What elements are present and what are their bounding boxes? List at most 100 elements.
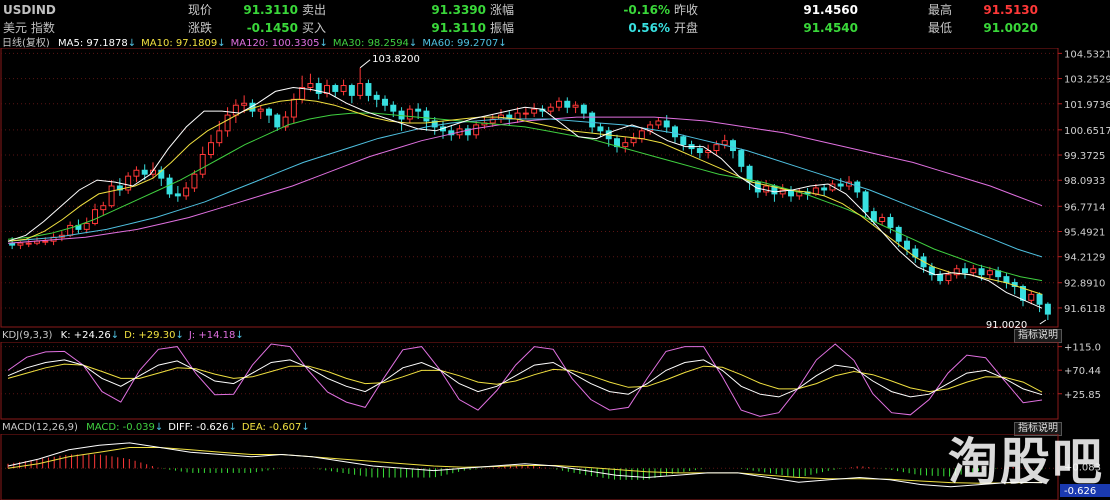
- candle-body: [241, 102, 248, 106]
- candle-body: [1003, 276, 1010, 284]
- candle-body: [199, 153, 206, 175]
- candle-body: [970, 268, 977, 274]
- chart-background: [0, 48, 1110, 328]
- high-marker-label: 103.8200: [372, 54, 420, 65]
- macd-frame: [0, 434, 1059, 500]
- quote-value: -0.1450: [246, 21, 298, 35]
- candle-body: [547, 106, 554, 112]
- candle-body: [556, 100, 562, 108]
- candle-body: [174, 193, 181, 197]
- quote-label: 涨幅: [490, 3, 515, 17]
- candle-body: [862, 191, 869, 213]
- candle-body: [945, 274, 952, 282]
- down-arrow-icon: ↓: [228, 422, 237, 433]
- candle-body: [763, 185, 770, 193]
- candle-body: [332, 85, 339, 92]
- candle-body: [141, 169, 148, 175]
- macd-dea-line: [7, 447, 1043, 484]
- kdj-label-bar: KDJ(9,3,3) K: +24.26↓ D: +29.30↓ J: +14.18…: [2, 330, 244, 342]
- candle-body: [580, 104, 587, 114]
- candle-body: [17, 242, 24, 246]
- candle-body: [672, 126, 678, 138]
- candle-body: [1028, 293, 1035, 301]
- kdj-chart[interactable]: +115.0 +70.44 +25.85: [0, 342, 1110, 420]
- candle-body: [274, 114, 281, 128]
- kdj-k-value: K: +24.26: [60, 330, 111, 341]
- down-arrow-icon: ↓: [235, 330, 244, 341]
- candle-body: [514, 112, 521, 120]
- candle-body: [564, 100, 571, 108]
- down-arrow-icon: ↓: [175, 330, 184, 341]
- quote-value: 91.3390: [431, 3, 486, 17]
- macd-label-bar: MACD(12,26,9) MACD: -0.039↓ DIFF: -0.626↓…: [2, 422, 310, 434]
- candle-body: [995, 270, 1002, 278]
- quote-label: 现价: [188, 3, 213, 17]
- kdj-help-button[interactable]: 指标说明: [1014, 329, 1062, 343]
- candle-body: [373, 94, 380, 100]
- candle-body: [357, 83, 364, 96]
- y-tick-label: +25.85: [1064, 390, 1101, 401]
- candle-body: [100, 205, 107, 211]
- candle-body: [290, 98, 297, 118]
- candle-body: [721, 140, 728, 146]
- y-tick-label: 92.8910: [1064, 279, 1105, 290]
- quote-label: 涨跌: [188, 21, 213, 35]
- candle-body: [365, 83, 372, 96]
- candle-body: [622, 142, 629, 148]
- candle-body: [730, 140, 736, 152]
- kdj-d-value: D: +29.30: [124, 330, 176, 341]
- candle-body: [522, 112, 529, 115]
- candle-body: [224, 114, 231, 132]
- quote-value: 91.3110: [243, 3, 298, 17]
- candle-body: [589, 112, 596, 128]
- quote-value: 91.0020: [983, 21, 1038, 35]
- quote-label: 开盘: [674, 21, 699, 35]
- candle-body: [257, 108, 264, 112]
- candle-body: [655, 120, 662, 126]
- candle-body: [978, 268, 985, 276]
- candle-body: [208, 142, 214, 155]
- y-tick-label: 91.6118: [1064, 304, 1105, 315]
- down-arrow-icon: ↓: [301, 422, 310, 433]
- y-tick-label: 100.6517: [1064, 126, 1110, 137]
- candle-body: [473, 124, 480, 136]
- candle-body: [531, 108, 538, 114]
- candle-body: [1044, 303, 1051, 315]
- candle-body: [83, 222, 90, 230]
- candlestick-chart[interactable]: 104.5321 103.2529 101.9736 100.6517 99.3725 9…: [0, 48, 1110, 328]
- quote-label: 卖出: [302, 3, 327, 17]
- candle-body: [232, 104, 239, 116]
- macd-macd-value: MACD: -0.039: [86, 422, 155, 433]
- quote-value: 91.4540: [803, 21, 858, 35]
- quote-value: -0.16%: [623, 3, 670, 17]
- candle-body: [738, 150, 745, 167]
- candle-body: [812, 187, 819, 195]
- candle-body: [108, 185, 115, 207]
- candle-body: [630, 138, 637, 144]
- candle-body: [887, 217, 894, 228]
- quote-value: 0.56%: [628, 21, 670, 35]
- macd-chart[interactable]: +0.083-0.626: [0, 434, 1110, 500]
- candle-body: [904, 240, 910, 250]
- candle-body: [42, 240, 49, 243]
- candle-body: [986, 270, 993, 276]
- quote-value: 91.4560: [803, 3, 858, 17]
- candle-body: [390, 104, 397, 112]
- y-tick-label: 104.5321: [1064, 49, 1110, 60]
- candle-body: [25, 242, 32, 245]
- candle-body: [837, 183, 844, 187]
- y-tick-label: 94.2129: [1064, 253, 1105, 264]
- candle-body: [937, 274, 944, 282]
- kdj-j-line: [7, 343, 1043, 417]
- candle-body: [67, 224, 74, 236]
- candle-body: [696, 148, 703, 154]
- y-tick-label: 95.4921: [1064, 227, 1105, 238]
- y-tick-label: 103.2529: [1064, 75, 1110, 86]
- candle-body: [1036, 293, 1043, 305]
- candle-body: [216, 130, 223, 144]
- kdj-d-line: [7, 363, 1043, 393]
- quote-label: 最低: [928, 21, 953, 35]
- candle-body: [680, 136, 687, 146]
- candle-body: [348, 85, 355, 96]
- y-tick-label: +70.44: [1064, 366, 1101, 377]
